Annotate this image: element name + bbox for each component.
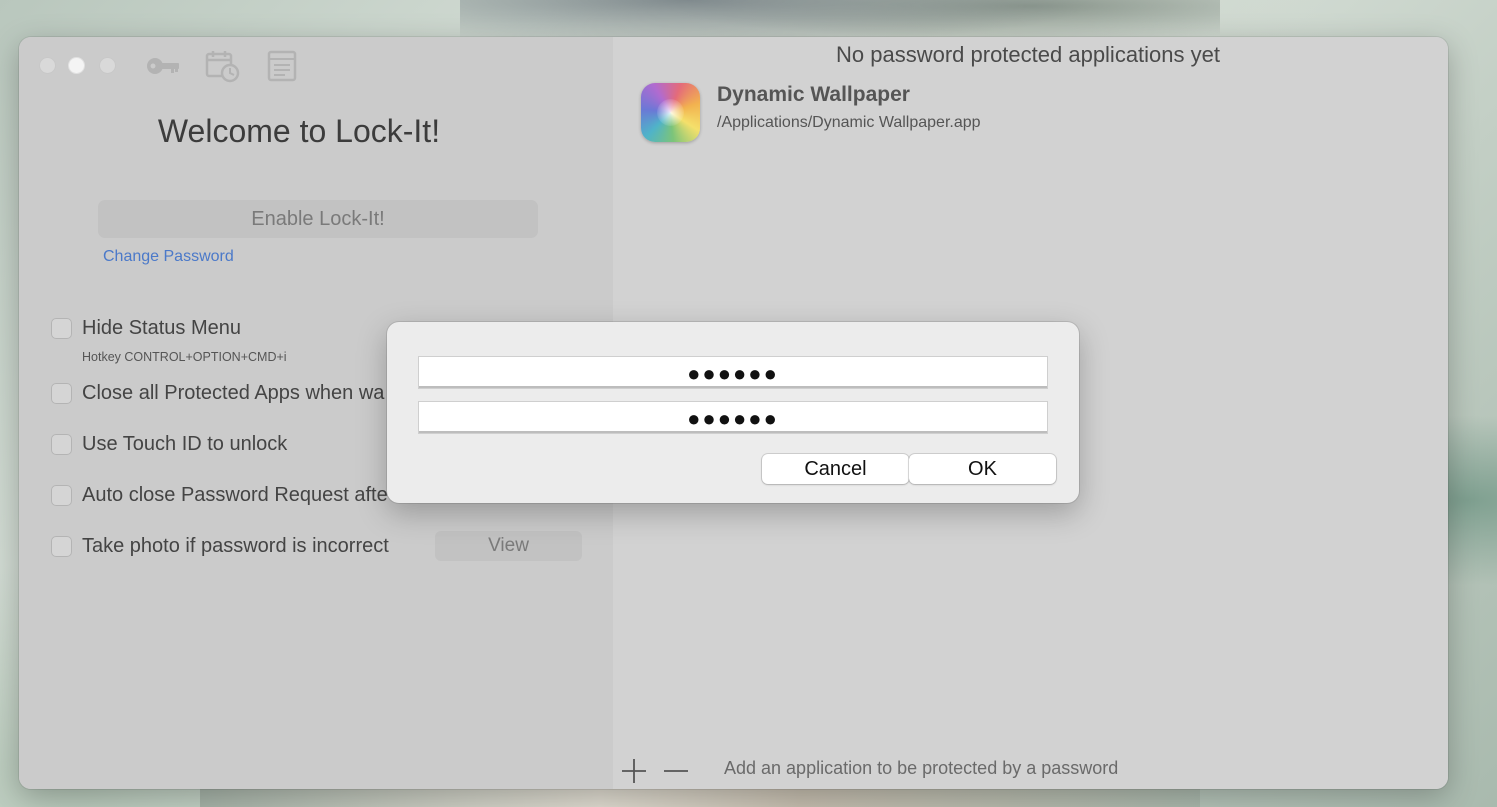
option-label: Use Touch ID to unlock bbox=[82, 433, 288, 455]
window-minimize-button[interactable] bbox=[68, 57, 85, 74]
password-field[interactable]: ●●●●●● bbox=[418, 356, 1048, 389]
view-photos-button[interactable]: View bbox=[435, 531, 582, 561]
key-icon[interactable] bbox=[145, 49, 181, 83]
option-label: Take photo if password is incorrect bbox=[82, 535, 389, 557]
ok-button[interactable]: OK bbox=[909, 454, 1056, 484]
option-label: Close all Protected Apps when wa bbox=[82, 382, 385, 404]
calendar-clock-icon[interactable] bbox=[205, 49, 241, 83]
remove-icon[interactable] bbox=[662, 757, 690, 785]
app-name: Dynamic Wallpaper bbox=[717, 83, 910, 106]
app-path: /Applications/Dynamic Wallpaper.app bbox=[717, 114, 981, 131]
enable-lock-it-button[interactable]: Enable Lock-It! bbox=[98, 200, 538, 238]
close-protected-apps-checkbox[interactable] bbox=[51, 383, 72, 404]
document-icon[interactable] bbox=[265, 49, 301, 83]
touch-id-checkbox[interactable] bbox=[51, 434, 72, 455]
take-photo-checkbox[interactable] bbox=[51, 536, 72, 557]
option-take-photo[interactable]: Take photo if password is incorrect bbox=[51, 535, 389, 558]
add-app-hint: Add an application to be protected by a … bbox=[724, 758, 1119, 778]
option-hide-status-menu[interactable]: Hide Status Menu bbox=[51, 317, 241, 340]
window-zoom-button[interactable] bbox=[99, 57, 116, 74]
option-label: Hide Status Menu bbox=[82, 317, 241, 339]
confirm-password-field[interactable]: ●●●●●● bbox=[418, 401, 1048, 434]
password-dialog: ●●●●●● ●●●●●● Cancel OK bbox=[387, 322, 1079, 503]
option-auto-close-request[interactable]: Auto close Password Request afte bbox=[51, 484, 388, 507]
window-close-button[interactable] bbox=[39, 57, 56, 74]
change-password-link[interactable]: Change Password bbox=[103, 248, 234, 266]
option-label: Auto close Password Request afte bbox=[82, 484, 388, 506]
hotkey-hint: Hotkey CONTROL+OPTION+CMD+i bbox=[82, 350, 287, 364]
option-close-protected-apps[interactable]: Close all Protected Apps when wa bbox=[51, 382, 384, 405]
hide-status-menu-checkbox[interactable] bbox=[51, 318, 72, 339]
cancel-button[interactable]: Cancel bbox=[762, 454, 909, 484]
option-touch-id[interactable]: Use Touch ID to unlock bbox=[51, 433, 287, 456]
page-title: Welcome to Lock-It! bbox=[157, 113, 441, 149]
add-icon[interactable] bbox=[620, 757, 648, 785]
auto-close-checkbox[interactable] bbox=[51, 485, 72, 506]
apps-empty-message: No password protected applications yet bbox=[836, 42, 1220, 67]
dynamic-wallpaper-icon bbox=[641, 83, 700, 142]
